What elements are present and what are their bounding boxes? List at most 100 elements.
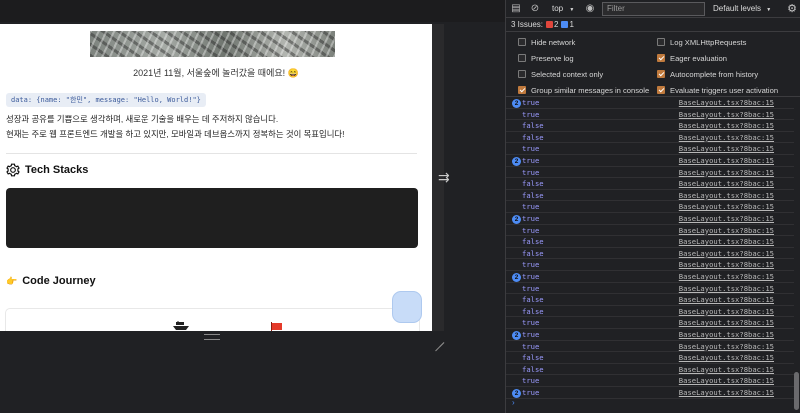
- source-link[interactable]: BaseLayout.tsx?8bac:15: [679, 364, 774, 375]
- repeat-count-badge: 2: [512, 214, 521, 224]
- source-link[interactable]: BaseLayout.tsx?8bac:15: [679, 259, 774, 270]
- console-log-row: false BaseLayout.tsx?8bac:15: [506, 306, 794, 318]
- source-link[interactable]: BaseLayout.tsx?8bac:15: [679, 109, 774, 120]
- console-log-row: false BaseLayout.tsx?8bac:15: [506, 190, 794, 202]
- checkbox[interactable]: [657, 70, 665, 78]
- filter-input[interactable]: Filter: [602, 2, 705, 16]
- source-link[interactable]: BaseLayout.tsx?8bac:15: [679, 120, 774, 131]
- source-link[interactable]: BaseLayout.tsx?8bac:15: [679, 155, 774, 166]
- console-log-row: false BaseLayout.tsx?8bac:15: [506, 236, 794, 248]
- source-link[interactable]: BaseLayout.tsx?8bac:15: [679, 167, 774, 178]
- source-link[interactable]: BaseLayout.tsx?8bac:15: [679, 352, 774, 363]
- info-issues-badge[interactable]: 1: [561, 20, 574, 29]
- log-value: true: [522, 225, 540, 235]
- source-link[interactable]: BaseLayout.tsx?8bac:15: [679, 236, 774, 247]
- log-value: true: [522, 388, 540, 397]
- source-link[interactable]: BaseLayout.tsx?8bac:15: [679, 329, 774, 340]
- intro-paragraph-2: 현재는 주로 웹 프론트엔드 개발을 하고 있지만, 모바일과 데브옵스까지 정…: [6, 129, 345, 139]
- source-link[interactable]: BaseLayout.tsx?8bac:15: [679, 190, 774, 201]
- source-link[interactable]: BaseLayout.tsx?8bac:15: [679, 271, 774, 282]
- source-link[interactable]: BaseLayout.tsx?8bac:15: [679, 294, 774, 305]
- log-levels-dropdown[interactable]: Default levels ▼: [713, 2, 773, 15]
- code-journey-timeline: [5, 308, 420, 331]
- setting-label: Autocomplete from history: [670, 69, 759, 79]
- console-prompt[interactable]: ›: [512, 398, 515, 407]
- console-log-row: true BaseLayout.tsx?8bac:15: [506, 283, 794, 295]
- checkbox[interactable]: [518, 38, 526, 46]
- issues-bar[interactable]: 3 Issues: 2 1: [506, 18, 800, 32]
- source-link[interactable]: BaseLayout.tsx?8bac:15: [679, 225, 774, 236]
- console-log-row: 2 true BaseLayout.tsx?8bac:15: [506, 271, 794, 283]
- resize-handle-corner[interactable]: [434, 333, 444, 343]
- devtools-console-panel: ▤ ⊘ top ▼ ◉ Filter Default levels ▼ ⚙ 3 …: [505, 0, 800, 413]
- console-log-row: true BaseLayout.tsx?8bac:15: [506, 109, 794, 121]
- log-value: true: [522, 260, 540, 270]
- repeat-count-badge: 2: [512, 156, 521, 166]
- context-selector[interactable]: top ▼: [550, 2, 588, 15]
- console-log-row: true BaseLayout.tsx?8bac:15: [506, 259, 794, 271]
- setting-log-xmlhttprequests[interactable]: Log XMLHttpRequests: [657, 36, 746, 48]
- setting-eager-evaluation[interactable]: Eager evaluation: [657, 52, 727, 64]
- checkbox[interactable]: [518, 54, 526, 62]
- console-log-row: false BaseLayout.tsx?8bac:15: [506, 352, 794, 364]
- source-link[interactable]: BaseLayout.tsx?8bac:15: [679, 132, 774, 143]
- setting-label: Group similar messages in console: [531, 85, 650, 95]
- clear-console-icon[interactable]: ⊘: [529, 3, 541, 15]
- setting-group-similar-messages-in-console[interactable]: Group similar messages in console: [518, 84, 649, 96]
- checkbox[interactable]: [518, 70, 526, 78]
- source-link[interactable]: BaseLayout.tsx?8bac:15: [679, 387, 774, 398]
- setting-label: Evaluate triggers user activation: [670, 85, 779, 95]
- console-log-row: false BaseLayout.tsx?8bac:15: [506, 178, 794, 190]
- console-log-row: 2 true BaseLayout.tsx?8bac:15: [506, 213, 794, 225]
- source-link[interactable]: BaseLayout.tsx?8bac:15: [679, 341, 774, 352]
- section-divider: [6, 153, 417, 154]
- console-scrollbar[interactable]: [794, 372, 799, 410]
- setting-label: Eager evaluation: [670, 53, 727, 63]
- setting-label: Preserve log: [531, 53, 574, 63]
- source-link[interactable]: BaseLayout.tsx?8bac:15: [679, 213, 774, 224]
- source-link[interactable]: BaseLayout.tsx?8bac:15: [679, 97, 774, 108]
- setting-autocomplete-from-history[interactable]: Autocomplete from history: [657, 68, 758, 80]
- setting-hide-network[interactable]: Hide network: [518, 36, 575, 48]
- console-log-row: true BaseLayout.tsx?8bac:15: [506, 341, 794, 353]
- setting-evaluate-triggers-user-activation[interactable]: Evaluate triggers user activation: [657, 84, 778, 96]
- boat-icon: [173, 321, 189, 330]
- photo-caption: 2021년 11월, 서울숲에 놀러갔을 때에요! 😄: [133, 68, 299, 78]
- info-count: 1: [569, 20, 574, 29]
- source-link[interactable]: BaseLayout.tsx?8bac:15: [679, 248, 774, 259]
- log-value: false: [522, 364, 544, 374]
- log-value: false: [522, 248, 544, 258]
- resize-handle-right[interactable]: ⇉: [438, 170, 452, 188]
- source-link[interactable]: BaseLayout.tsx?8bac:15: [679, 201, 774, 212]
- checkbox[interactable]: [657, 54, 665, 62]
- setting-preserve-log[interactable]: Preserve log: [518, 52, 574, 64]
- console-log-row: false BaseLayout.tsx?8bac:15: [506, 294, 794, 306]
- issues-label: 3 Issues:: [511, 20, 544, 29]
- code-snippet: data: {name: "한민", message: "Hello, Worl…: [6, 93, 206, 107]
- checkbox[interactable]: [657, 86, 665, 94]
- source-link[interactable]: BaseLayout.tsx?8bac:15: [679, 375, 774, 386]
- console-log-row: 2 true BaseLayout.tsx?8bac:15: [506, 97, 794, 109]
- error-count: 2: [554, 20, 559, 29]
- log-value: false: [522, 237, 544, 247]
- checkbox[interactable]: [518, 86, 526, 94]
- source-link[interactable]: BaseLayout.tsx?8bac:15: [679, 283, 774, 294]
- log-value: true: [522, 376, 540, 386]
- console-log-row: false BaseLayout.tsx?8bac:15: [506, 248, 794, 260]
- source-link[interactable]: BaseLayout.tsx?8bac:15: [679, 178, 774, 189]
- floating-action-button[interactable]: [392, 291, 422, 323]
- console-settings-icon[interactable]: ⚙: [785, 2, 799, 16]
- resize-handle-bottom[interactable]: [204, 334, 220, 340]
- source-link[interactable]: BaseLayout.tsx?8bac:15: [679, 317, 774, 328]
- sidebar-toggle-icon[interactable]: ▤: [510, 3, 522, 15]
- console-log-row: 2 true BaseLayout.tsx?8bac:15: [506, 155, 794, 167]
- source-link[interactable]: BaseLayout.tsx?8bac:15: [679, 306, 774, 317]
- checkbox[interactable]: [657, 38, 665, 46]
- page-viewport[interactable]: 2021년 11월, 서울숲에 놀러갔을 때에요! 😄 data: {name:…: [0, 24, 432, 331]
- eye-icon[interactable]: ◉: [584, 3, 596, 15]
- log-value: false: [522, 190, 544, 200]
- source-link[interactable]: BaseLayout.tsx?8bac:15: [679, 143, 774, 154]
- error-issues-badge[interactable]: 2: [546, 20, 558, 29]
- console-log-row: 2 true BaseLayout.tsx?8bac:15: [506, 387, 794, 399]
- setting-selected-context-only[interactable]: Selected context only: [518, 68, 603, 80]
